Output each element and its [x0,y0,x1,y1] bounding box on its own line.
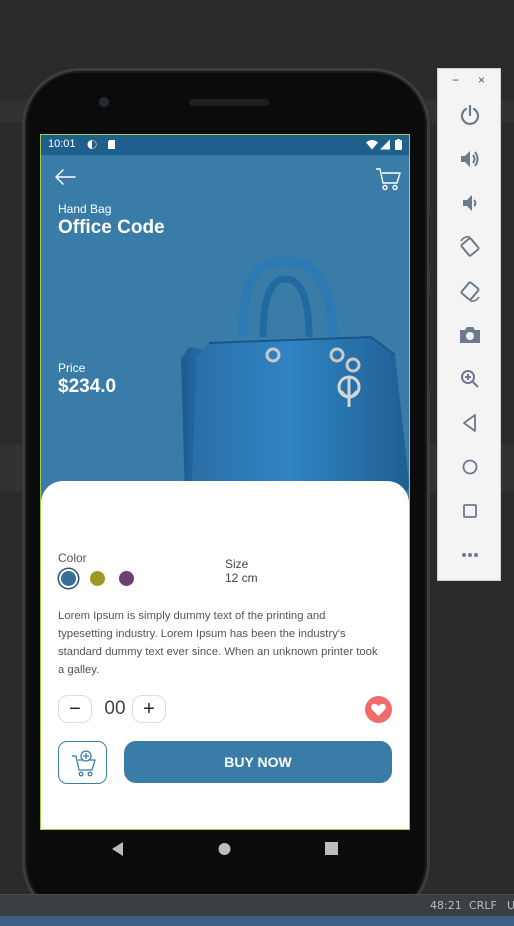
rotate-left-icon[interactable] [458,235,482,259]
color-swatch-olive[interactable] [90,571,105,586]
size-label: Size [225,557,249,571]
product-category: Hand Bag [58,202,112,216]
camera-icon[interactable] [458,323,482,347]
volume-rocker [429,291,433,391]
price-value: $234.0 [58,376,117,397]
side-button [429,211,433,271]
more-icon[interactable] [458,543,482,567]
encoding-truncated[interactable]: U [507,899,514,912]
rotate-right-icon[interactable] [458,279,482,303]
nav-overview-icon[interactable] [325,842,338,855]
quantity-value: 00 [104,698,126,719]
app-screen: 10:01 Hand Bag Office Code Price $234.0 [40,134,410,830]
volume-up-icon[interactable] [458,147,482,171]
product-description: Lorem Ipsum is simply dummy text of the … [58,610,378,676]
status-app-icon [87,140,97,149]
line-ending[interactable]: CRLF [469,899,497,912]
size-value: 12 cm [225,571,258,585]
sdcard-icon [108,140,115,149]
product-title: Office Code [58,217,165,238]
color-swatch-blue[interactable] [61,571,76,586]
overview-icon[interactable] [458,499,482,523]
power-icon[interactable] [458,103,482,127]
volume-down-icon[interactable] [458,191,482,215]
wifi-icon [366,140,378,150]
android-status-bar: 10:01 [41,135,409,155]
battery-icon [395,139,402,150]
quantity-increment-button[interactable]: + [132,695,166,723]
quantity-decrement-button[interactable]: − [58,695,92,723]
favorite-button[interactable] [365,696,392,723]
emulator-minimize-button[interactable]: − [452,73,459,87]
product-hero: Hand Bag Office Code Price $234.0 [41,155,409,519]
android-nav-bar [40,830,410,872]
earpiece-speaker [189,99,269,106]
cursor-position[interactable]: 48:21 [430,899,462,912]
home-icon[interactable] [458,455,482,479]
add-to-cart-button[interactable] [58,741,107,784]
zoom-icon[interactable] [458,367,482,391]
color-swatch-purple[interactable] [119,571,134,586]
front-camera [99,97,109,107]
emulator-close-button[interactable]: × [478,73,485,87]
cart-icon[interactable] [375,167,401,191]
signal-icon [380,139,390,150]
handbag-image [175,256,409,519]
taskbar-strip [0,916,514,926]
price-label: Price [58,361,86,375]
emulator-toolbar: − × [437,68,501,581]
status-time: 10:01 [48,138,76,150]
product-details-card: Color Size 12 cm Lorem Ipsum is simply d… [41,481,409,829]
nav-home-icon[interactable] [218,842,231,856]
back-arrow-icon[interactable] [53,167,77,187]
buy-now-button[interactable]: BUY NOW [124,741,392,783]
heart-icon [371,703,386,716]
nav-back-icon[interactable] [112,842,124,856]
back-icon[interactable] [458,411,482,435]
add-to-cart-icon [72,750,96,777]
color-label: Color [58,551,87,565]
ide-status-bar: 48:21 CRLF U [0,894,514,916]
